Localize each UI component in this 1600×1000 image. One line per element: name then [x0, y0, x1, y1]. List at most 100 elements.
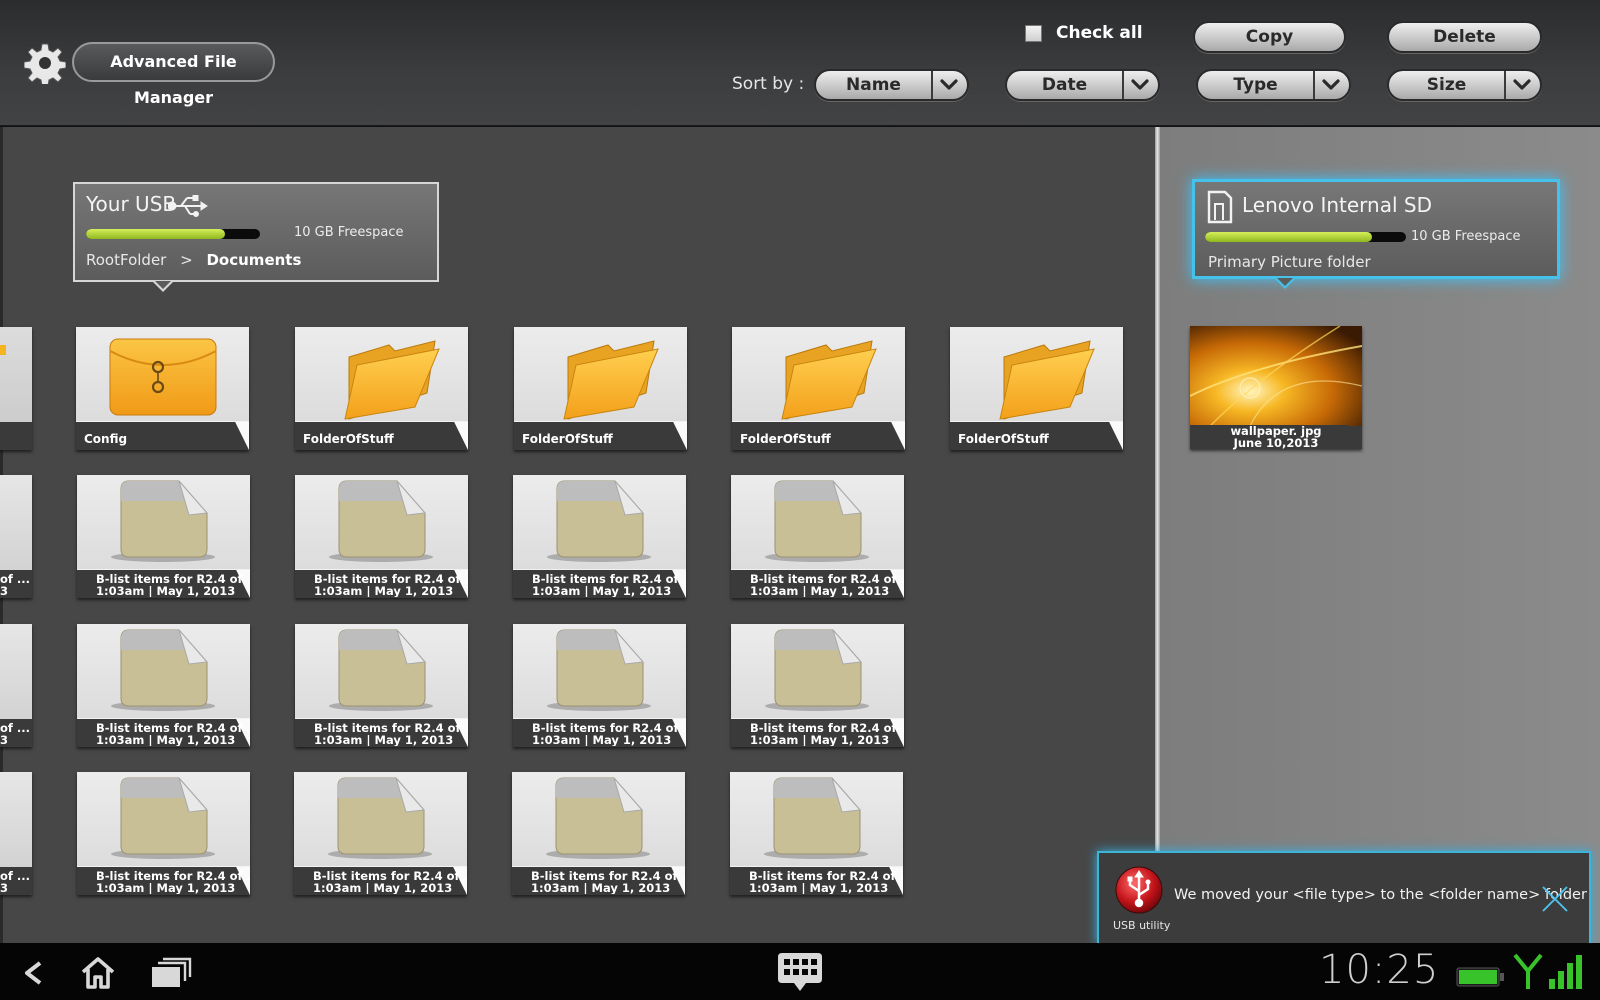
usb-freespace-text: 10 GB Freespace — [294, 225, 404, 240]
image-tile-wallpaper[interactable]: wallpaper. jpg June 10,2013 — [1190, 326, 1362, 449]
sd-files-panel[interactable]: Lenovo Internal SD 10 GB Freespace Prima… — [1160, 127, 1600, 943]
document-tile[interactable]: B-list items for R2.4 of ... 1:03am | May… — [295, 624, 468, 747]
toast-message: We moved your <file type> to the <folder… — [1174, 887, 1587, 903]
folder-tile[interactable]: FolderOfStuff — [514, 327, 687, 450]
document-meta: 1:03am | May 1, 2013 — [749, 881, 889, 894]
tile-label: B-list items for R2.4 of ... 1:03am | May… — [294, 870, 467, 894]
sd-freespace-bar — [1205, 232, 1406, 242]
document-tile[interactable]: B-list items for R2.4 of ... 1:03am | May… — [295, 475, 468, 598]
usb-notification-toast[interactable]: We moved your <file type> to the <folder… — [1097, 851, 1591, 945]
document-tile[interactable]: B-list items for R2.4 of ... 1:03am | May… — [513, 624, 686, 747]
document-icon — [546, 777, 650, 859]
document-tile[interactable]: B-list items for R2.4 of ... 1:03am | May… — [731, 624, 904, 747]
sd-location-card[interactable]: Lenovo Internal SD 10 GB Freespace Prima… — [1192, 179, 1560, 279]
tile-label: B-list items for R2.4 of ... 1:03am | May… — [731, 573, 904, 597]
check-all-label[interactable]: Check all — [1056, 23, 1143, 43]
folder-tile[interactable]: FolderOfStuff — [295, 327, 468, 450]
document-tile[interactable]: B-list items for R2.4 of ... 1:03am | May… — [512, 772, 685, 895]
home-icon[interactable] — [80, 955, 116, 989]
document-meta: 1:03am | May 1, 2013 — [314, 584, 454, 597]
tile-label: B-list items for R2.4 of ... 1:03am | May… — [513, 722, 686, 746]
recent-apps-icon[interactable] — [150, 955, 192, 989]
document-icon — [328, 777, 432, 859]
document-icon — [111, 777, 215, 859]
partial-tile-caption — [0, 422, 32, 450]
usb-location-card[interactable]: Your USB 10 GB Freespace RootFolder > Do… — [73, 182, 439, 282]
chevron-down-icon[interactable] — [931, 71, 967, 99]
partial-folder-tile[interactable] — [0, 327, 32, 450]
partial-document-tile[interactable]: of ... 3 — [0, 772, 32, 895]
partial-tile-text: of ... 3 — [0, 573, 30, 597]
document-icon — [111, 629, 215, 711]
sort-type-button[interactable]: Type — [1196, 69, 1351, 101]
partial-tile-meta: 3 — [0, 881, 9, 895]
breadcrumb-root[interactable]: RootFolder — [86, 251, 166, 269]
document-icon — [111, 480, 215, 562]
folder-icon — [0, 345, 6, 355]
wifi-antenna-icon — [1513, 953, 1543, 989]
sort-name-button[interactable]: Name — [814, 69, 969, 101]
file-manager-screen: Advanced File Manager Check all Copy Del… — [0, 0, 1600, 1000]
document-tile[interactable]: B-list items for R2.4 of ... 1:03am | May… — [294, 772, 467, 895]
chevron-down-icon[interactable] — [1122, 71, 1158, 99]
tile-label: wallpaper. jpg June 10,2013 — [1190, 425, 1362, 449]
document-tile[interactable]: B-list items for R2.4 of ... 1:03am | May… — [77, 772, 250, 895]
sort-name-label: Name — [816, 71, 933, 99]
delete-button[interactable]: Delete — [1387, 21, 1542, 53]
check-all-checkbox[interactable] — [1025, 25, 1042, 42]
document-meta: 1:03am | May 1, 2013 — [96, 584, 236, 597]
folder-icon — [781, 340, 877, 420]
folder-tile-config[interactable]: Config — [76, 327, 249, 450]
image-file-date: June 10,2013 — [1233, 436, 1319, 450]
folder-tile[interactable]: FolderOfStuff — [950, 327, 1123, 450]
sort-size-button[interactable]: Size — [1387, 69, 1542, 101]
app-drawer-icon[interactable] — [776, 951, 824, 995]
usb-title: Your USB — [86, 192, 177, 216]
sort-type-label: Type — [1198, 71, 1315, 99]
usb-card-pointer-inner — [155, 281, 171, 289]
sort-by-label: Sort by : — [732, 74, 805, 94]
sd-card-pointer-inner — [1277, 278, 1293, 286]
sort-date-label: Date — [1007, 71, 1124, 99]
copy-button[interactable]: Copy — [1193, 21, 1346, 53]
app-title-button[interactable]: Advanced File Manager — [72, 42, 275, 107]
tile-label: B-list items for R2.4 of ... 1:03am | May… — [731, 722, 904, 746]
close-icon[interactable] — [1539, 883, 1571, 915]
chevron-down-icon[interactable] — [1313, 71, 1349, 99]
sort-date-button[interactable]: Date — [1005, 69, 1160, 101]
folder-tile[interactable]: FolderOfStuff — [732, 327, 905, 450]
document-tile[interactable]: B-list items for R2.4 of ... 1:03am | May… — [730, 772, 903, 895]
sd-freespace-text: 10 GB Freespace — [1411, 229, 1521, 244]
document-meta: 1:03am | May 1, 2013 — [750, 584, 890, 597]
partial-document-tile[interactable]: of ... 3 — [0, 475, 32, 598]
chevron-down-icon[interactable] — [1504, 71, 1540, 99]
partial-tile-text: of ... 3 — [0, 722, 30, 746]
document-tile[interactable]: B-list items for R2.4 of ... 1:03am | May… — [77, 475, 250, 598]
sd-folder-label: Primary Picture folder — [1208, 253, 1371, 271]
document-tile[interactable]: B-list items for R2.4 of ... 1:03am | May… — [731, 475, 904, 598]
breadcrumb-separator: > — [180, 251, 193, 269]
envelope-folder-icon — [109, 338, 217, 416]
document-meta: 1:03am | May 1, 2013 — [532, 584, 672, 597]
document-tile[interactable]: B-list items for R2.4 of ... 1:03am | May… — [77, 624, 250, 747]
document-meta: 1:03am | May 1, 2013 — [531, 881, 671, 894]
battery-icon — [1456, 967, 1504, 987]
usb-icon — [168, 195, 208, 217]
usb-files-panel[interactable]: Your USB 10 GB Freespace RootFolder > Do… — [0, 127, 1155, 943]
document-icon — [764, 777, 868, 859]
folder-icon — [999, 340, 1095, 420]
back-icon[interactable] — [20, 960, 50, 986]
breadcrumb-current: Documents — [206, 251, 302, 269]
document-icon — [547, 480, 651, 562]
tile-label: B-list items for R2.4 of ... 1:03am | May… — [512, 870, 685, 894]
document-meta: 1:03am | May 1, 2013 — [313, 881, 453, 894]
document-icon — [329, 629, 433, 711]
status-clock: 10:25 — [1319, 947, 1440, 993]
partial-document-tile[interactable]: of ... 3 — [0, 624, 32, 747]
top-toolbar: Advanced File Manager Check all Copy Del… — [0, 0, 1600, 126]
document-meta: 1:03am | May 1, 2013 — [96, 881, 236, 894]
tile-label: B-list items for R2.4 of ... 1:03am | May… — [77, 722, 250, 746]
document-tile[interactable]: B-list items for R2.4 of ... 1:03am | May… — [513, 475, 686, 598]
partial-tile-meta: 3 — [0, 584, 9, 598]
settings-gear-icon[interactable] — [24, 42, 66, 84]
